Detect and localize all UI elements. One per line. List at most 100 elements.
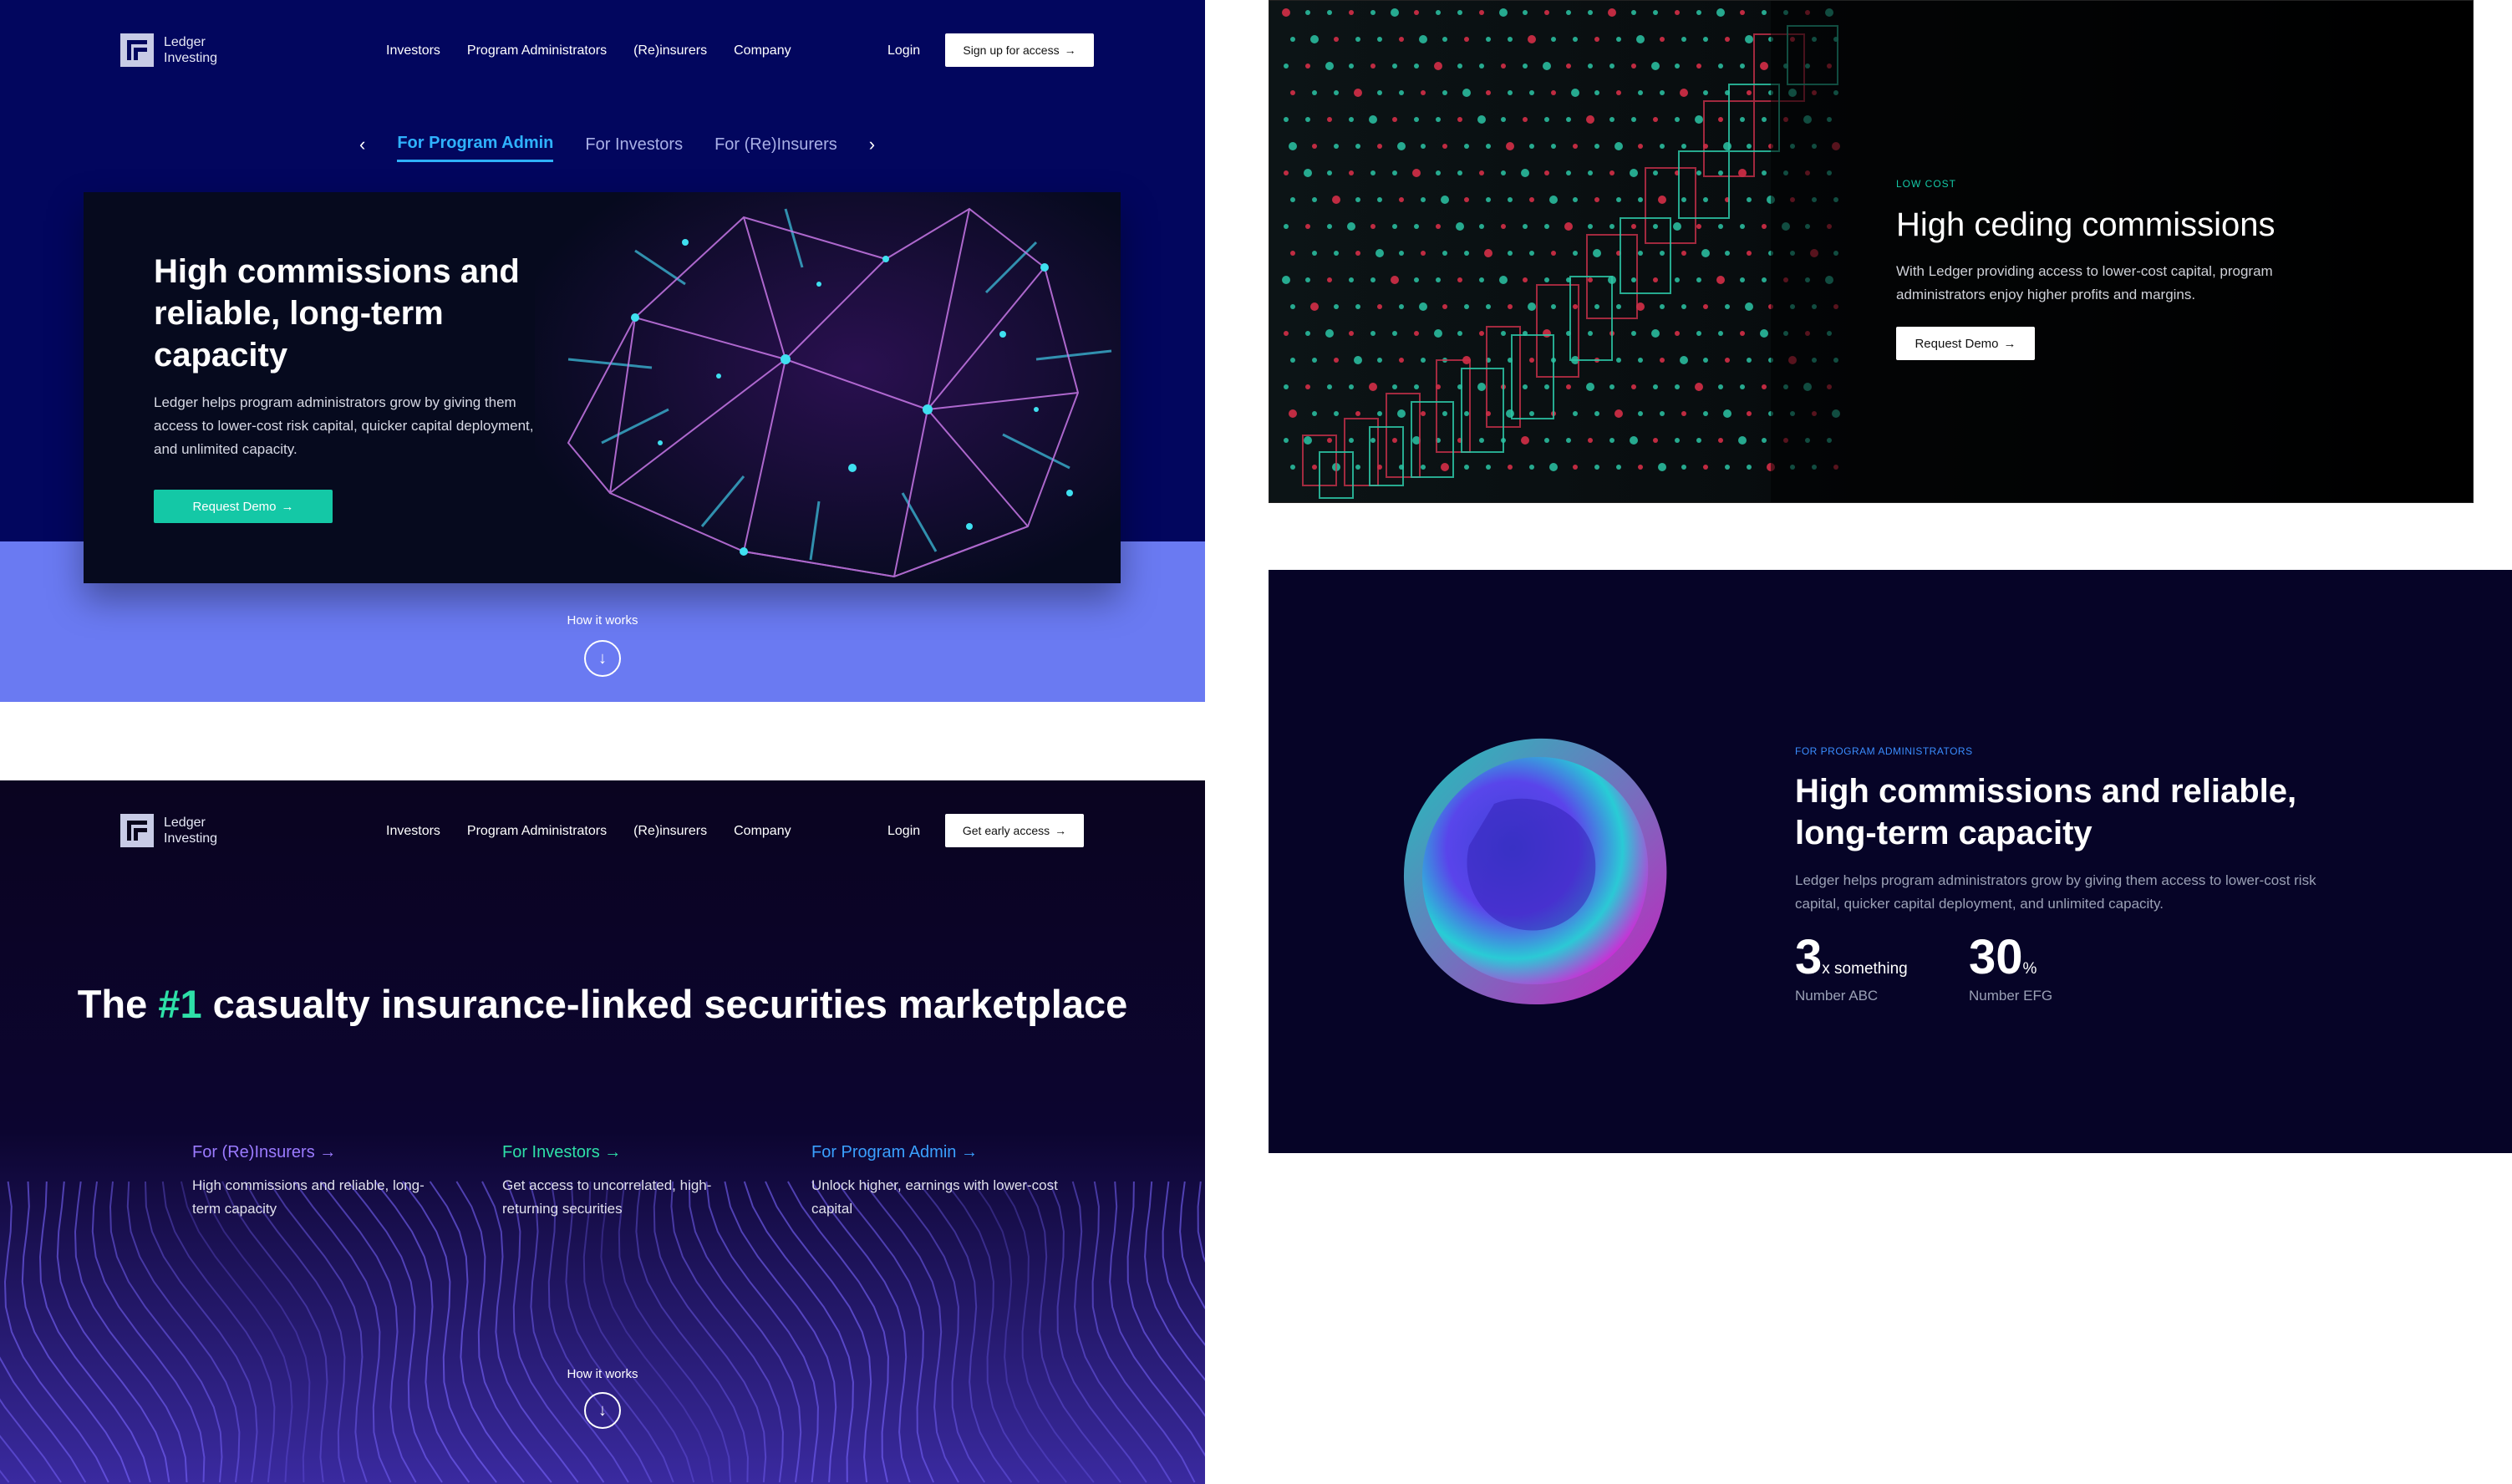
map-dot <box>1762 224 1767 229</box>
map-dot <box>1703 304 1708 309</box>
map-dot <box>1529 144 1534 149</box>
map-dot <box>1290 251 1295 256</box>
map-dot <box>1370 224 1375 229</box>
map-dot <box>1349 170 1354 175</box>
arrow-right-icon: → <box>960 1143 978 1161</box>
nav-program-administrators[interactable]: Program Administrators <box>467 43 607 58</box>
request-demo-button[interactable]: Request Demo → <box>1896 327 2035 360</box>
map-dot <box>1312 90 1317 95</box>
map-dot <box>1355 411 1360 416</box>
map-dot <box>1508 304 1513 309</box>
login-link[interactable]: Login <box>887 43 920 58</box>
map-dot <box>1609 117 1614 122</box>
map-dot <box>1325 62 1334 70</box>
chevron-right-icon[interactable]: › <box>869 134 875 162</box>
headline-part: casualty insurance-linked securities mar… <box>201 982 1128 1026</box>
column-link-investors[interactable]: For Investors → <box>502 1143 753 1162</box>
login-link[interactable]: Login <box>887 824 920 839</box>
map-dot <box>1334 251 1339 256</box>
map-dot <box>1529 90 1534 95</box>
map-dot <box>1419 35 1427 43</box>
map-dot <box>1762 10 1767 15</box>
map-dot <box>1508 465 1513 470</box>
map-dot <box>1609 170 1614 175</box>
map-dot <box>1695 383 1703 391</box>
map-dot <box>1310 35 1319 43</box>
map-dot <box>1334 411 1339 416</box>
nav-program-administrators[interactable]: Program Administrators <box>467 824 607 839</box>
map-dot <box>1355 37 1360 42</box>
sign-up-button[interactable]: Sign up for access → <box>945 33 1094 67</box>
map-dot <box>1349 117 1354 122</box>
map-dot <box>1636 35 1645 43</box>
map-dot <box>1436 10 1441 15</box>
map-dot <box>1414 277 1419 282</box>
map-dot <box>1355 197 1360 202</box>
map-dot <box>1457 277 1462 282</box>
map-dot <box>1399 90 1404 95</box>
map-dot <box>1305 224 1310 229</box>
column-link-reinsurers[interactable]: For (Re)Insurers → <box>192 1143 443 1162</box>
map-dot <box>1609 438 1614 443</box>
map-dot <box>1566 10 1571 15</box>
map-dot <box>1464 411 1469 416</box>
map-dot <box>1392 438 1397 443</box>
scroll-down-icon[interactable]: ↓ <box>584 1392 621 1429</box>
chevron-left-icon[interactable]: ‹ <box>359 134 365 162</box>
map-dot <box>1305 64 1310 69</box>
logo-mark-icon <box>120 814 154 847</box>
map-dot <box>1573 197 1578 202</box>
request-demo-button[interactable]: Request Demo → <box>154 490 333 523</box>
map-dot <box>1660 304 1665 309</box>
map-dot <box>1653 10 1658 15</box>
map-dot <box>1414 10 1419 15</box>
map-dot <box>1434 62 1442 70</box>
map-dot <box>1499 8 1508 17</box>
map-dot <box>1289 142 1297 150</box>
map-dot <box>1397 409 1406 418</box>
map-dot <box>1370 64 1375 69</box>
column-link-program-admin[interactable]: For Program Admin → <box>811 1143 1062 1162</box>
map-dot <box>1282 276 1290 284</box>
map-dot <box>1675 331 1680 336</box>
map-dot <box>1738 436 1747 445</box>
logo-line2: Investing <box>164 51 218 65</box>
map-dot <box>1740 10 1745 15</box>
map-dot <box>1456 222 1464 231</box>
logo[interactable]: Ledger Investing <box>120 33 217 67</box>
nav-company[interactable]: Company <box>734 824 791 839</box>
tab-reinsurers[interactable]: For (Re)Insurers <box>714 135 837 161</box>
map-dot <box>1718 224 1723 229</box>
map-dot <box>1523 277 1528 282</box>
map-dot <box>1762 438 1767 443</box>
map-dot <box>1614 142 1623 150</box>
nav-reinsurers[interactable]: (Re)insurers <box>633 824 707 839</box>
nav-reinsurers[interactable]: (Re)insurers <box>633 43 707 58</box>
map-dot <box>1675 277 1680 282</box>
map-dot <box>1747 90 1752 95</box>
map-dot <box>1436 277 1441 282</box>
stat-label: Number EFG <box>1969 988 2053 1004</box>
map-dot <box>1608 8 1616 17</box>
nav-company[interactable]: Company <box>734 43 791 58</box>
get-early-access-button[interactable]: Get early access → <box>945 814 1084 847</box>
map-dot <box>1284 117 1289 122</box>
map-dot <box>1528 35 1536 43</box>
logo[interactable]: Ledger Investing <box>120 814 217 847</box>
nav-investors[interactable]: Investors <box>386 43 440 58</box>
map-dot <box>1399 37 1404 42</box>
map-dot <box>1370 10 1375 15</box>
map-dot <box>1391 276 1399 284</box>
map-dot <box>1631 224 1636 229</box>
tab-investors[interactable]: For Investors <box>585 135 683 161</box>
map-dot <box>1660 144 1665 149</box>
map-dot <box>1551 90 1556 95</box>
map-dot <box>1523 117 1528 122</box>
map-dot <box>1327 224 1332 229</box>
scroll-down-icon[interactable]: ↓ <box>584 640 621 677</box>
nav-investors[interactable]: Investors <box>386 824 440 839</box>
map-dot <box>1696 224 1701 229</box>
map-dot <box>1594 411 1599 416</box>
map-dot <box>1377 144 1382 149</box>
tab-program-admin[interactable]: For Program Admin <box>397 134 554 162</box>
